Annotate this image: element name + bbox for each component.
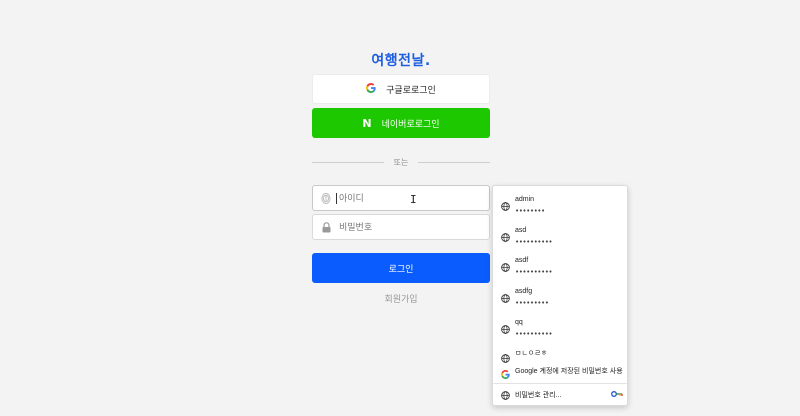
google-icon [501, 366, 510, 384]
naver-login-button[interactable]: N 네이버로로그인 [312, 108, 490, 138]
globe-icon [501, 233, 510, 242]
credential-username: qq [515, 319, 523, 326]
globe-icon [501, 325, 510, 334]
login-button[interactable]: 로그인 [312, 253, 490, 283]
manage-passwords-label: 비밀번호 관리... [515, 392, 562, 399]
naver-login-label: 네이버로로그인 [381, 118, 440, 129]
google-icon [366, 83, 376, 95]
naver-icon: N [362, 116, 372, 130]
credential-item-qq[interactable]: qq •••••••••• [493, 313, 627, 341]
password-autofill-popup: admin •••••••• asd •••••••••• asdf •••••… [492, 185, 628, 406]
credential-username: asdfg [515, 288, 533, 295]
id-field[interactable] [312, 185, 490, 211]
credential-item-asdfg[interactable]: asdfg ••••••••• [493, 282, 627, 310]
manage-passwords-option[interactable]: 비밀번호 관리... [493, 387, 627, 403]
text-caret [336, 193, 337, 204]
credential-username: ㅁㄴㅇㄹㅎ [515, 350, 548, 357]
globe-icon [501, 391, 510, 400]
globe-icon [501, 263, 510, 272]
credential-item-asdf[interactable]: asdf •••••••••• [493, 251, 627, 279]
password-input[interactable] [339, 222, 469, 232]
credential-masked-password: •••••••••• [515, 330, 553, 338]
divider-line-right [418, 161, 491, 163]
globe-icon [501, 202, 510, 211]
lock-icon [321, 221, 331, 233]
google-account-passwords-label: Google 계정에 저장된 비밀번호 사용 [515, 368, 623, 375]
credential-masked-password: •••••••••• [515, 268, 553, 276]
signup-link[interactable]: 회원가입 [312, 292, 490, 305]
credential-masked-password: •••••••• [515, 207, 545, 215]
fingerprint-icon [321, 192, 331, 204]
credential-username: admin [515, 196, 535, 203]
google-login-label: 구글로로그인 [386, 84, 436, 95]
id-input[interactable] [339, 193, 469, 203]
key-icon [611, 391, 623, 397]
password-field[interactable] [312, 214, 490, 240]
divider-line-left [312, 161, 384, 163]
credential-username: asd [515, 227, 527, 234]
globe-icon [501, 294, 510, 303]
credential-item-asd[interactable]: asd •••••••••• [493, 221, 627, 249]
google-account-passwords-option[interactable]: Google 계정에 저장된 비밀번호 사용 [493, 364, 627, 379]
credential-username: asdf [515, 257, 529, 264]
text-cursor-icon: I [410, 193, 417, 206]
brand-logo: 여행전날. [371, 53, 431, 69]
credential-item-admin[interactable]: admin •••••••• [493, 190, 627, 218]
credential-masked-password: ••••••••• [515, 299, 549, 307]
globe-icon [501, 354, 510, 363]
divider-text: 또는 [393, 157, 409, 167]
popup-divider [493, 383, 627, 384]
google-login-button[interactable]: 구글로로그인 [312, 74, 490, 104]
or-divider: 또는 [312, 155, 491, 169]
credential-masked-password: •••••••••• [515, 238, 553, 246]
